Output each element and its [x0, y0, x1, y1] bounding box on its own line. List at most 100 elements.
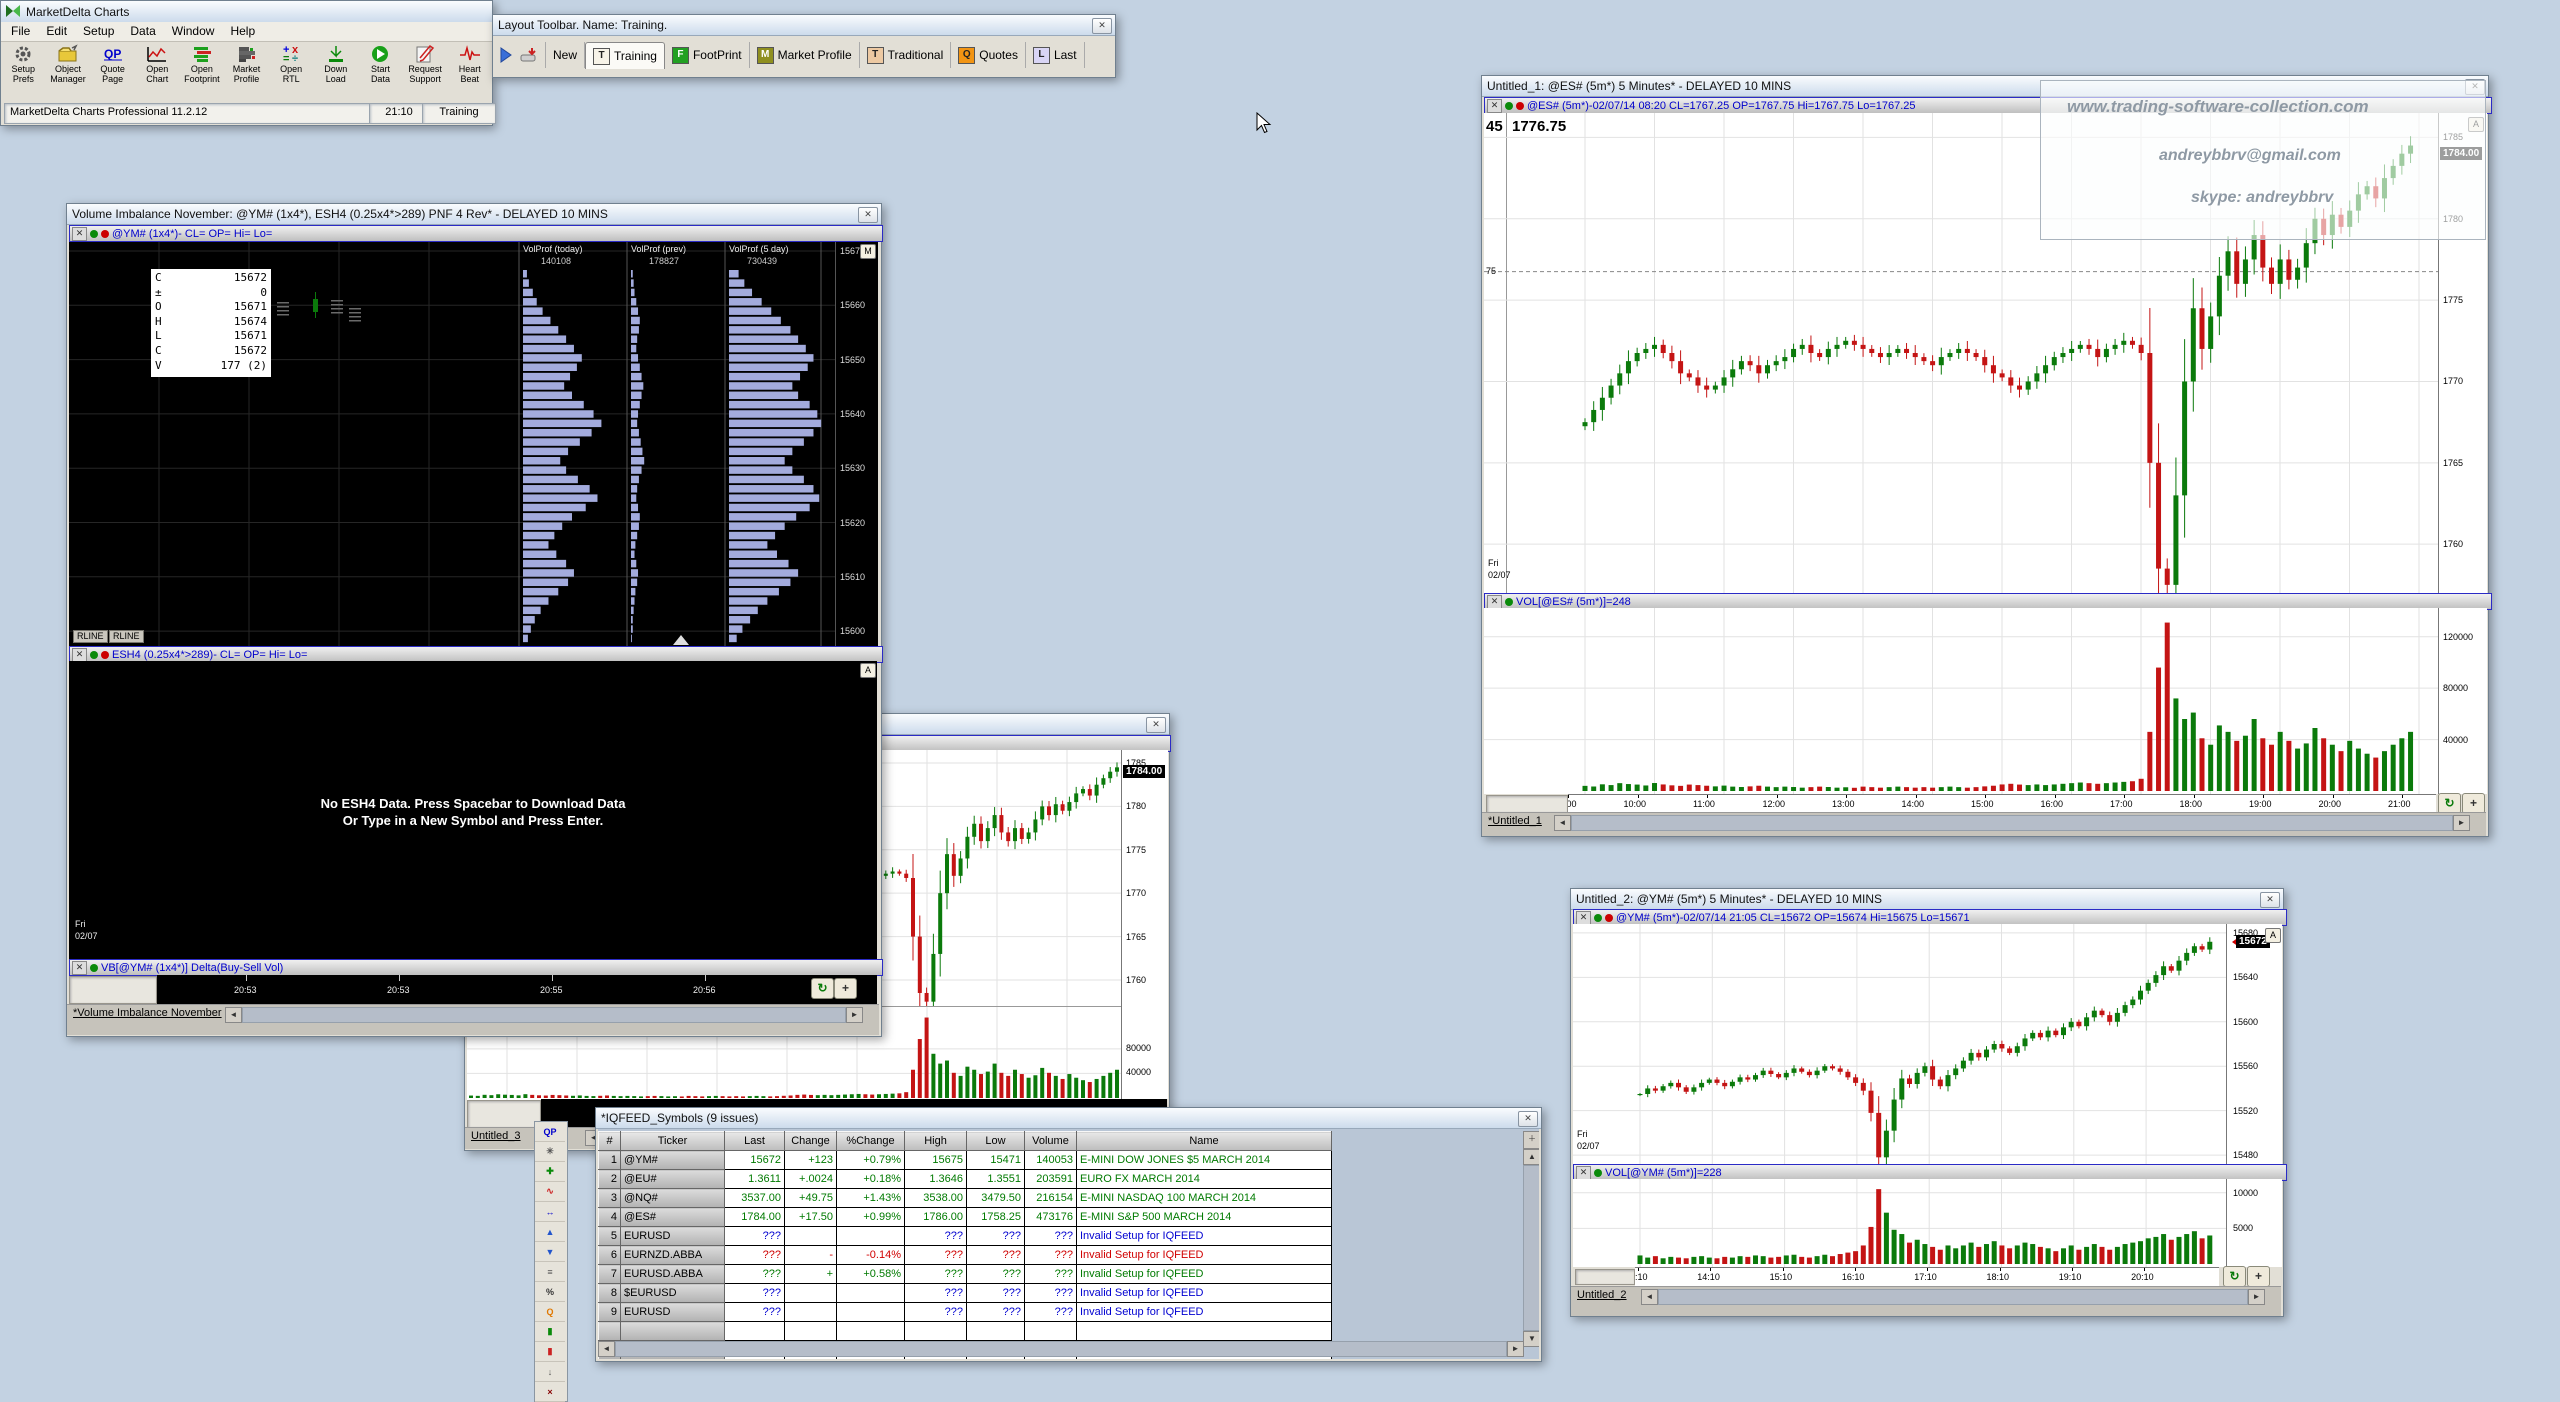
- volume-scale[interactable]: 1200008000040000: [2438, 608, 2487, 794]
- tab-untitled2[interactable]: Untitled_2: [1577, 1289, 1627, 1301]
- column-header-Change[interactable]: Change: [785, 1132, 837, 1151]
- scroll-right-icon[interactable]: ►: [2248, 1289, 2265, 1305]
- layout-tab-training[interactable]: TTraining: [585, 42, 665, 69]
- toolbar-button-load[interactable]: DownLoad: [313, 44, 358, 84]
- column-header-n[interactable]: #: [599, 1132, 621, 1151]
- quote-icon[interactable]: Q: [535, 1302, 565, 1322]
- close-icon[interactable]: ✕: [1092, 18, 1112, 34]
- layout-tab-market-profile[interactable]: MMarket Profile: [750, 42, 860, 68]
- a-button[interactable]: A: [2265, 928, 2281, 943]
- table-row[interactable]: 4@ES#1784.00+17.50+0.99%1786.001758.2547…: [599, 1208, 1332, 1227]
- table-row[interactable]: 7EURUSD.ABBA???++0.58%?????????Invalid S…: [599, 1265, 1332, 1284]
- rline-chip[interactable]: RLINE: [109, 630, 144, 643]
- toolbar-button-chart[interactable]: OpenChart: [135, 44, 180, 84]
- import-layout-icon[interactable]: [519, 47, 537, 63]
- percent-icon[interactable]: %: [535, 1282, 565, 1302]
- window-layout-toolbar[interactable]: Layout Toolbar. Name: Training. ✕ New TT…: [492, 14, 1116, 78]
- gear-icon[interactable]: ✳: [535, 1142, 565, 1162]
- window-marketdelta-main[interactable]: MarketDelta Charts FileEditSetupDataWind…: [0, 0, 493, 126]
- close-pane-icon[interactable]: ✕: [1487, 99, 1502, 113]
- scroll-down-icon[interactable]: ▼: [1523, 1331, 1539, 1347]
- window-untitled2[interactable]: Untitled_2: @YM# (5m*) 5 Minutes* - DELA…: [1570, 888, 2284, 1317]
- a-button[interactable]: A: [860, 663, 876, 678]
- price-pane[interactable]: Fri 02/07: [1573, 924, 2226, 1164]
- footprint-pane[interactable]: VolProf (today)140108VolProf (prev)17882…: [69, 242, 835, 646]
- column-header-nChange[interactable]: %Change: [837, 1132, 905, 1151]
- zoom-in-button[interactable]: +: [2247, 1266, 2270, 1287]
- menu-file[interactable]: File: [3, 22, 38, 40]
- scroll-left-icon[interactable]: ◄: [225, 1007, 242, 1023]
- volume-pane[interactable]: [1484, 608, 2438, 794]
- close-icon[interactable]: ✕: [1146, 717, 1166, 733]
- table-row[interactable]: 6EURNZD.ABBA???--0.14%?????????Invalid S…: [599, 1246, 1332, 1265]
- table-row[interactable]: 2@EU#1.3611+.0024+0.18%1.36461.355120359…: [599, 1170, 1332, 1189]
- scroll-right-icon[interactable]: ►: [1507, 1341, 1524, 1357]
- tab-volume-imbalance[interactable]: *Volume Imbalance November: [73, 1007, 222, 1019]
- toolbar-button-footprint[interactable]: OpenFootprint: [180, 44, 225, 84]
- chart-icon[interactable]: ∿: [535, 1182, 565, 1202]
- close-pane-icon[interactable]: ✕: [1487, 595, 1502, 609]
- qp-icon[interactable]: QP: [535, 1122, 565, 1142]
- table-row[interactable]: 3@NQ#3537.00+49.75+1.43%3538.003479.5021…: [599, 1189, 1332, 1208]
- m-button[interactable]: M: [860, 244, 876, 259]
- toolbar-button-support[interactable]: RequestSupport: [403, 44, 448, 84]
- pane1-header[interactable]: ✕ @YM# (1x4*)- CL= OP= Hi= Lo=: [69, 225, 883, 242]
- volume-scale[interactable]: 8000040000: [1121, 1006, 1168, 1099]
- volume-pane[interactable]: [1573, 1179, 2226, 1267]
- scroll-right-icon[interactable]: ►: [846, 1007, 863, 1023]
- window-iqfeed-symbols[interactable]: *IQFEED_Symbols (9 issues) ✕ #TickerLast…: [595, 1107, 1542, 1362]
- scrollbar[interactable]: [242, 1007, 846, 1023]
- table-row[interactable]: 1@YM#15672+123+0.79%1567515471140053E-MI…: [599, 1151, 1332, 1170]
- arrow-down-icon[interactable]: ↓: [535, 1362, 565, 1382]
- link-icon[interactable]: ≡: [535, 1262, 565, 1282]
- zoom-in-button[interactable]: +: [2462, 793, 2485, 814]
- layout-tab-footprint[interactable]: FFootPrint: [665, 42, 750, 68]
- window-titlebar[interactable]: Volume Imbalance November: @YM# (1x4*), …: [67, 204, 881, 225]
- close-icon[interactable]: ✕: [858, 207, 878, 223]
- window-titlebar[interactable]: MarketDelta Charts: [1, 1, 492, 23]
- v-scrollbar[interactable]: [1523, 1165, 1539, 1331]
- toolbar-button-data[interactable]: StartData: [358, 44, 403, 84]
- zoom-in-button[interactable]: +: [834, 978, 857, 999]
- column-header-Last[interactable]: Last: [725, 1132, 785, 1151]
- menu-window[interactable]: Window: [164, 22, 223, 40]
- arrows-lr-icon[interactable]: ↔: [535, 1202, 565, 1222]
- refresh-button[interactable]: ↻: [811, 978, 834, 999]
- toolbar-button-prefs[interactable]: SetupPrefs: [1, 44, 46, 84]
- layout-tab-quotes[interactable]: QQuotes: [951, 42, 1026, 68]
- bars-green-icon[interactable]: ▮: [535, 1322, 565, 1342]
- close-pane-icon[interactable]: ✕: [1576, 1166, 1591, 1180]
- add-symbol-button[interactable]: ＋: [1523, 1131, 1539, 1149]
- scrollbar[interactable]: [1571, 815, 2453, 831]
- window-titlebar[interactable]: Layout Toolbar. Name: Training. ✕: [493, 15, 1115, 36]
- price-scale[interactable]: 15680156401560015560155201548015672: [2226, 924, 2282, 1164]
- column-header-Ticker[interactable]: Ticker: [621, 1132, 725, 1151]
- close-pane-icon[interactable]: ✕: [72, 961, 87, 975]
- price-scale[interactable]: 1785178017751770176517601784.00: [1121, 750, 1168, 1006]
- volume-scale[interactable]: 100005000: [2226, 1179, 2282, 1267]
- rline-chip[interactable]: RLINE: [73, 630, 108, 643]
- column-header-Volume[interactable]: Volume: [1025, 1132, 1077, 1151]
- run-layout-icon[interactable]: [499, 47, 513, 63]
- column-header-Name[interactable]: Name: [1077, 1132, 1332, 1151]
- close-pane-icon[interactable]: ✕: [72, 227, 87, 241]
- close-pane-icon[interactable]: ✕: [1576, 911, 1591, 925]
- sort-up-icon[interactable]: ▲: [535, 1222, 565, 1242]
- price-scale[interactable]: 1567015660156501564015630156201561015600: [835, 242, 878, 646]
- scroll-left-icon[interactable]: ◄: [1641, 1289, 1658, 1305]
- h-scrollbar[interactable]: [615, 1341, 1507, 1357]
- close-icon[interactable]: ✕: [2260, 892, 2280, 908]
- close-icon[interactable]: ×: [535, 1382, 565, 1402]
- close-icon[interactable]: ✕: [1518, 1111, 1538, 1127]
- scroll-up-icon[interactable]: ▲: [1523, 1149, 1539, 1165]
- table-row[interactable]: 8$EURUSD????????????Invalid Setup for IQ…: [599, 1284, 1332, 1303]
- tab-untitled3[interactable]: Untitled_3: [471, 1130, 521, 1142]
- scroll-left-icon[interactable]: ◄: [1554, 815, 1571, 831]
- refresh-button[interactable]: ↻: [2438, 793, 2461, 814]
- toolbar-button-rtl[interactable]: +x=÷OpenRTL: [269, 44, 314, 84]
- esh4-pane[interactable]: No ESH4 Data. Press Spacebar to Download…: [69, 661, 877, 959]
- toolbar-button-beat[interactable]: HeartBeat: [447, 44, 492, 84]
- column-header-Low[interactable]: Low: [967, 1132, 1025, 1151]
- layout-tab-last[interactable]: LLast: [1026, 42, 1085, 68]
- window-titlebar[interactable]: Untitled_2: @YM# (5m*) 5 Minutes* - DELA…: [1571, 889, 2283, 910]
